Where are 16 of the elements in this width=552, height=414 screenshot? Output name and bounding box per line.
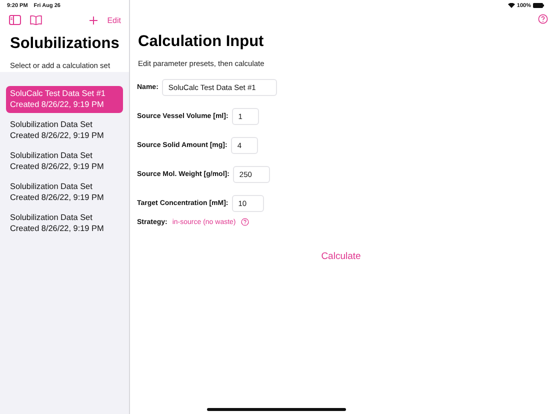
list-item[interactable]: Solubilization Data Set Created 8/26/22, 9:19 PM bbox=[6, 148, 123, 175]
sidebar-title: Solubilizations bbox=[10, 35, 120, 53]
list-item[interactable]: Solubilization Data Set Created 8/26/22, 9:19 PM bbox=[6, 210, 123, 237]
battery-icon bbox=[533, 3, 544, 8]
list-item[interactable]: Solubilization Data Set Created 8/26/22, 9:19 PM bbox=[6, 117, 123, 144]
book-icon[interactable] bbox=[30, 15, 42, 25]
page-title: Calculation Input bbox=[138, 33, 265, 51]
help-icon[interactable] bbox=[538, 14, 548, 24]
sidebar-toggle-icon[interactable] bbox=[9, 15, 21, 25]
add-icon[interactable] bbox=[89, 16, 98, 24]
help-icon[interactable] bbox=[240, 218, 249, 226]
calculate-button[interactable]: Calculate bbox=[321, 251, 361, 262]
wifi-icon bbox=[508, 3, 515, 8]
list-item[interactable]: SoluCalc Test Data Set #1 Created 8/26/22, 9:19 PM bbox=[6, 86, 123, 113]
edit-button[interactable]: Edit bbox=[107, 16, 121, 24]
list-item[interactable]: Solubilization Data Set Created 8/26/22, 9:19 PM bbox=[6, 179, 123, 206]
